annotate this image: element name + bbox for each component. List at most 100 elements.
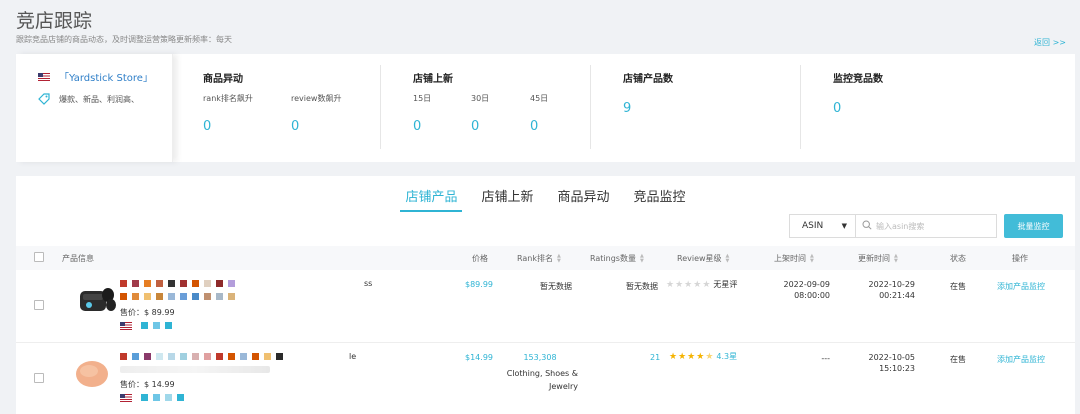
th-ratings[interactable]: Ratings数量 ▲ ▼ [590, 253, 644, 264]
rank-surge-label: rank排名飙升 [203, 94, 253, 103]
divider [800, 65, 801, 149]
ratings-value: 21 [650, 353, 661, 362]
th-review-label: Review星级 [677, 254, 722, 263]
th-product: 产品信息 [62, 254, 94, 263]
price-value: $89.99 [465, 280, 493, 289]
d15-label: 15日 [413, 94, 432, 103]
sort-icon: ▲ ▼ [894, 252, 898, 264]
sale-price: 售价：$ 89.99 [120, 308, 175, 317]
product-change-block: 商品异动 rank排名飙升 review数飙升 0 0 [203, 54, 383, 162]
tab-store-new[interactable]: 店铺上新 [476, 186, 538, 212]
store-name-link[interactable]: 「Yardstick Store」 [59, 69, 153, 84]
rank-value: 暂无数据 [540, 282, 572, 291]
product-title-blurred-2 [120, 293, 235, 300]
product-count-value[interactable]: 9 [623, 101, 631, 116]
sort-icon: ▲ ▼ [725, 252, 730, 264]
divider [590, 65, 591, 149]
store-tags: 爆款、新品、利润高、 [59, 94, 139, 104]
th-updated[interactable]: 更新时间 ▲ ▼ [858, 253, 898, 264]
updated-time: 00:21:44 [879, 291, 915, 300]
th-rank-label: Rank排名 [517, 254, 553, 263]
divider [380, 65, 381, 149]
d45-label: 45日 [530, 94, 549, 103]
us-flag-icon [38, 72, 50, 81]
star-rating-icon: ★ ★ ★ ★ ★ [669, 351, 714, 362]
product-image[interactable] [74, 356, 112, 394]
status-value: 在售 [950, 282, 966, 291]
product-meta [120, 394, 184, 402]
review-stars: ★ ★ ★ ★ ★ 无星评 [666, 279, 737, 290]
product-title-blurred-2 [120, 366, 270, 373]
asin-search-input[interactable] [876, 221, 986, 231]
th-ratings-label: Ratings数量 [590, 254, 636, 263]
product-title-blurred[interactable] [120, 353, 283, 360]
review-text: 无星评 [713, 280, 738, 289]
store-panel: 「Yardstick Store」 爆款、新品、利润高、 [16, 54, 173, 162]
new-listing-block: 店铺上新 15日 30日 45日 0 0 0 [413, 54, 593, 162]
d15-value[interactable]: 0 [413, 119, 421, 134]
tab-store-products[interactable]: 店铺产品 [400, 186, 463, 212]
tag-icon [38, 93, 50, 105]
listed-date: 2022-09-09 [783, 280, 831, 289]
search-type-select[interactable]: ASIN ▼ [790, 215, 856, 237]
th-listed[interactable]: 上架时间 ▲ ▼ [774, 253, 814, 264]
th-price: 价格 [472, 254, 488, 263]
table-row: ss 售价：$ 89.99 $89.99 暂无数据 暂无数据 ★ ★ ★ ★ ★ 无星评… [16, 271, 1075, 343]
sort-icon: ▲ ▼ [810, 252, 814, 264]
rank-number[interactable]: 153,308 [523, 353, 556, 362]
sort-icon: ▲ ▼ [557, 252, 561, 264]
d45-value[interactable]: 0 [530, 119, 538, 134]
sort-icon: ▲ ▼ [639, 252, 644, 264]
ratings-value: 暂无数据 [626, 282, 658, 291]
search-icon [862, 219, 872, 233]
th-rank[interactable]: Rank排名 ▲ ▼ [517, 253, 561, 264]
table-header: 产品信息 价格 Rank排名 ▲ ▼ Ratings数量 ▲ ▼ Review星级 ▲ ▼ … [16, 246, 1075, 270]
th-review[interactable]: Review星级 ▲ ▼ [677, 253, 729, 264]
sale-price: 售价：$ 14.99 [120, 380, 175, 389]
page-subtitle: 跟踪竞品店铺的商品动态，及时调整运营策略更新频率：每天 [16, 35, 232, 44]
review-surge-value[interactable]: 0 [291, 119, 299, 134]
listed-date: --- [821, 354, 830, 363]
monitor-count-title: 监控竞品数 [833, 74, 883, 85]
th-updated-label: 更新时间 [858, 254, 890, 263]
select-all-checkbox[interactable] [34, 252, 44, 262]
product-title-blurred[interactable] [120, 280, 235, 287]
product-meta [120, 322, 172, 330]
bulk-monitor-button[interactable]: 批量监控 [1004, 214, 1063, 238]
search-bar: ASIN ▼ [789, 214, 997, 238]
caret-down-icon: ▼ [841, 222, 847, 230]
product-change-title: 商品异动 [203, 74, 243, 85]
product-title-tail: ss [364, 279, 373, 288]
add-monitor-link[interactable]: 添加产品监控 [997, 354, 1045, 365]
updated-date: 2022-10-05 [868, 353, 916, 362]
th-listed-label: 上架时间 [774, 254, 806, 263]
d30-value[interactable]: 0 [471, 119, 479, 134]
back-link[interactable]: 返回 >> [1034, 37, 1066, 48]
rank-value[interactable]: 153,308 [498, 353, 582, 362]
tab-bar: 店铺产品 店铺上新 商品异动 竞品监控 [16, 186, 1075, 212]
tab-product-change[interactable]: 商品异动 [553, 186, 615, 212]
updated-time: 15:10:23 [879, 364, 915, 373]
rank-surge-value[interactable]: 0 [203, 119, 211, 134]
tab-competitor-monitor[interactable]: 竞品监控 [629, 186, 691, 212]
status-value: 在售 [950, 355, 966, 364]
add-monitor-link[interactable]: 添加产品监控 [997, 281, 1045, 292]
review-stars: ★ ★ ★ ★ ★ 4.3星 [669, 351, 737, 362]
product-image[interactable] [78, 281, 116, 319]
updated-date: 2022-10-29 [868, 280, 916, 289]
d30-label: 30日 [471, 94, 490, 103]
summary-card: 「Yardstick Store」 爆款、新品、利润高、 商品异动 rank排名… [16, 54, 1075, 162]
listed-time: 08:00:00 [794, 291, 830, 300]
table-row: le 售价：$ 14.99 $14.99 153,308 Clothing, S… [16, 344, 1075, 414]
product-title-tail: le [349, 352, 357, 361]
page-title: 竞店跟踪 [16, 10, 93, 32]
monitor-count-value[interactable]: 0 [833, 101, 841, 116]
product-count-block: 店铺产品数 9 [623, 54, 803, 162]
row-checkbox[interactable] [34, 300, 44, 310]
review-text: 4.3星 [716, 352, 738, 361]
product-table-card: 店铺产品 店铺上新 商品异动 竞品监控 ASIN ▼ 批量监控 产品信息 价格 … [16, 176, 1075, 414]
us-flag-icon [120, 322, 132, 330]
row-checkbox[interactable] [34, 373, 44, 383]
th-status: 状态 [950, 254, 966, 263]
search-type-value: ASIN [802, 221, 824, 231]
